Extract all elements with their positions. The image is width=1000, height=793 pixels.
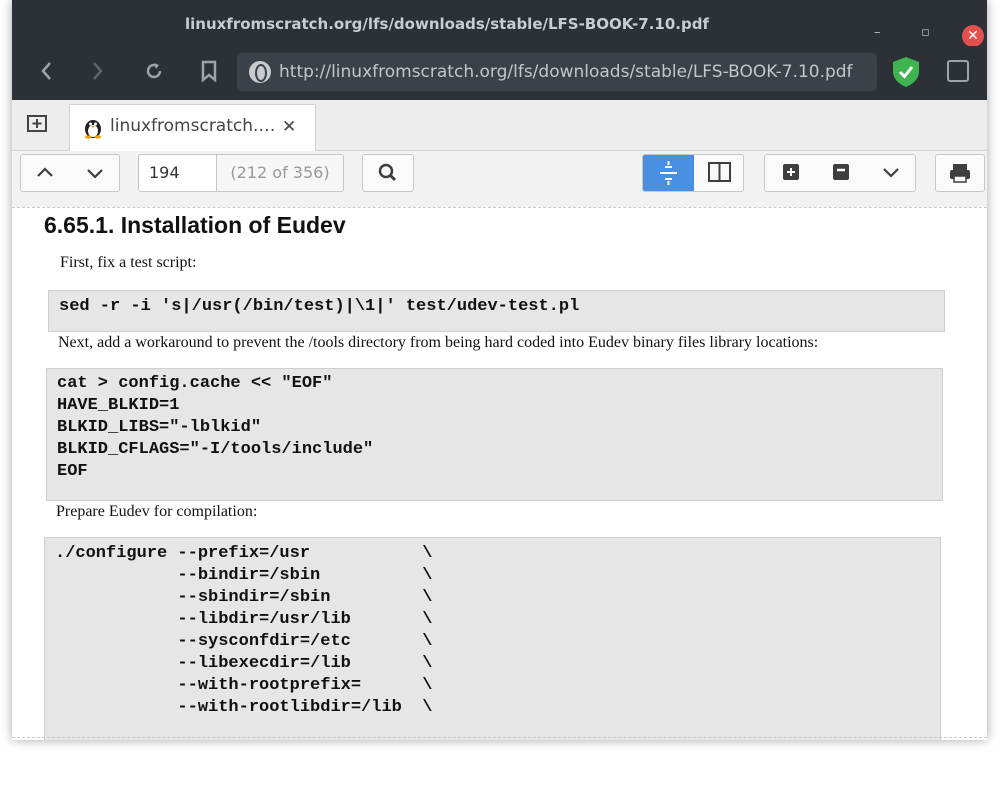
new-tab-icon[interactable] (26, 112, 48, 134)
code-block-configure: ./configure --prefix=/usr \ --bindir=/sb… (44, 537, 941, 740)
continuous-scroll-button[interactable] (643, 155, 694, 191)
reload-icon (146, 63, 162, 79)
page-bottom-border (12, 737, 987, 738)
zoom-in-icon (783, 164, 799, 180)
url-bar[interactable]: http://linuxfromscratch.org/lfs/download… (237, 53, 877, 91)
tux-favicon-icon (85, 120, 101, 139)
pdf-page: 6.65.1. Installation of Eudev First, fix… (12, 207, 987, 740)
navigation-bar: http://linuxfromscratch.org/lfs/download… (12, 46, 987, 100)
paragraph-fix-test: First, fix a test script: (60, 254, 197, 271)
close-window-button[interactable]: ✕ (962, 25, 984, 47)
code-text: sed -r -i 's|/usr(/bin/test)|\1|' test/u… (59, 297, 580, 316)
zoom-out-button[interactable] (817, 155, 865, 191)
zoom-in-button[interactable] (767, 155, 815, 191)
reader-view-icon[interactable] (947, 60, 969, 82)
chevron-left-icon (41, 62, 51, 80)
page-nav-group (20, 154, 120, 192)
window-title: linuxfromscratch.org/lfs/downloads/stabl… (184, 15, 709, 33)
close-tab-button[interactable]: ✕ (282, 117, 296, 137)
search-icon (378, 163, 397, 182)
chevron-down-icon (87, 169, 103, 179)
code-text: cat > config.cache << "EOF" HAVE_BLKID=1… (57, 374, 374, 481)
chevron-down-icon (883, 168, 899, 178)
code-text: ./configure --prefix=/usr \ --bindir=/sb… (55, 544, 433, 717)
print-icon (950, 164, 970, 183)
chevron-right-icon (93, 62, 103, 80)
code-block-config-cache: cat > config.cache << "EOF" HAVE_BLKID=1… (46, 368, 943, 501)
shield-icon[interactable] (892, 56, 920, 88)
forward-button[interactable] (82, 56, 112, 86)
paragraph-prepare: Prepare Eudev for compilation: (56, 503, 258, 520)
zoom-group (764, 154, 916, 192)
browser-window: linuxfromscratch.org/lfs/downloads/stabl… (12, 0, 987, 740)
print-button[interactable] (935, 154, 985, 192)
title-bar: linuxfromscratch.org/lfs/downloads/stabl… (12, 0, 987, 47)
code-block-sed: sed -r -i 's|/usr(/bin/test)|\1|' test/u… (48, 290, 945, 332)
bookmark-button[interactable] (194, 56, 224, 86)
back-button[interactable] (32, 56, 62, 86)
zoom-menu-button[interactable] (867, 155, 915, 191)
bookmark-icon (201, 60, 217, 83)
paragraph-workaround: Next, add a workaround to prevent the /t… (58, 334, 819, 351)
page-count: (212 of 356) (216, 154, 344, 192)
dual-page-button[interactable] (694, 155, 743, 191)
tab-title: linuxfromscratch.… (110, 116, 276, 136)
scroll-vertical-icon (660, 161, 677, 185)
tab-strip: linuxfromscratch.… ✕ (12, 100, 987, 151)
reload-button[interactable] (139, 56, 169, 86)
view-mode-group (642, 154, 744, 192)
next-page-button[interactable] (71, 155, 119, 191)
pdf-toolbar: 194 (212 of 356) (12, 151, 987, 207)
chevron-up-icon (37, 167, 53, 177)
section-heading: 6.65.1. Installation of Eudev (44, 212, 346, 238)
search-button[interactable] (362, 154, 414, 192)
tab-lfs-book[interactable]: linuxfromscratch.… ✕ (69, 104, 316, 151)
maximize-button[interactable]: ▫ (921, 26, 930, 40)
previous-page-button[interactable] (21, 155, 69, 191)
book-icon (708, 162, 731, 182)
page-number-input[interactable]: 194 (138, 154, 216, 192)
globe-icon (249, 61, 271, 83)
url-text: http://linuxfromscratch.org/lfs/download… (279, 62, 853, 82)
zoom-out-icon (833, 164, 849, 180)
minimize-button[interactable]: – (874, 26, 881, 40)
